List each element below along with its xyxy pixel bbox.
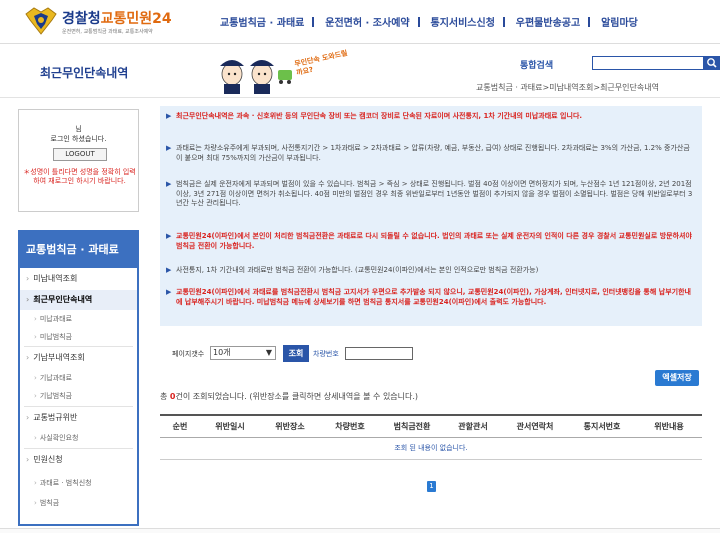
column-header: 관할관서	[444, 415, 502, 438]
topnav-returned-mail[interactable]: 우편물반송공고	[516, 18, 580, 29]
table-row: 조회 된 내용이 없습니다.	[160, 437, 702, 460]
logout-button[interactable]: LOGOUT	[53, 148, 107, 161]
table-header-row: 순번 위반일시 위반장소 차량번호 범칙금전환 관할관서 관서연락처 통지서번호…	[160, 415, 702, 438]
column-header: 차량번호	[320, 415, 380, 438]
topnav-notify[interactable]: 통지서비스신청	[431, 18, 495, 29]
notice-item: ▶ 사전통지, 1차 기간내의 과태료만 범칙금 전환이 가능합니다. (교통민…	[166, 266, 696, 276]
notice-item: ▶ 교통민원24(이파인)에서 과태료를 범칙금전환시 범칙금 고지서가 우편으…	[166, 288, 696, 307]
brand-name: 경찰청교통민원24	[62, 8, 172, 28]
sidebar-item-violation[interactable]: 교통법규위반	[20, 407, 137, 429]
brand-name-police: 경찰청	[62, 11, 101, 27]
login-message: 로그인 하셨습니다.	[50, 135, 107, 143]
footer-divider	[0, 528, 720, 533]
sidebar-item-fact-check[interactable]: 사실확인요청	[20, 429, 137, 447]
result-prefix: 총	[160, 392, 170, 401]
search-button[interactable]	[704, 56, 720, 70]
login-warning: ＊성명이 틀리다면 성명을 정확히 입력하여 재로그인 하시기 바랍니다.	[23, 168, 136, 185]
site-logo[interactable]: 경찰청교통민원24 운전면허, 교통범칙금 과태료, 교통조사예약	[24, 6, 184, 36]
sidebar-item-penalty-request[interactable]: 범칙금	[20, 494, 137, 512]
arrow-right-icon: ▶	[166, 144, 172, 152]
brand-subtitle: 운전면허, 교통범칙금 과태료, 교통조사예약	[62, 29, 153, 35]
arrow-right-icon: ▶	[166, 180, 172, 188]
notice-box: ▶ 최근무인단속내역은 과속 · 신호위반 등의 무인단속 장비 또는 캠코더 …	[160, 106, 702, 326]
notice-item: ▶ 교통민원24(이파인)에서 본인이 처리한 범칙금전환은 과태료로 다시 되…	[166, 232, 696, 251]
arrow-right-icon: ▶	[166, 112, 172, 120]
result-summary: 총 0건이 조회되었습니다. (위반장소를 클릭하면 상세내역을 볼 수 있습니…	[160, 391, 418, 402]
breadcrumb: 교통범칙금 · 과태료>미납내역조회>최근무인단속내역	[476, 83, 659, 92]
topnav-separator	[312, 17, 315, 27]
notice-text: 사전통지, 1차 기간내의 과태료만 범칙금 전환이 가능합니다. (교통민원2…	[176, 266, 539, 274]
per-page-value: 10개	[213, 348, 231, 357]
pagination-current-page[interactable]: 1	[427, 481, 436, 492]
arrow-right-icon: ▶	[166, 288, 172, 296]
arrow-right-icon: ▶	[166, 266, 172, 274]
empty-message: 조회 된 내용이 없습니다.	[160, 437, 702, 460]
sidebar-heading: 교통범칙금 · 과태료	[20, 232, 137, 268]
result-suffix: 건이 조회되었습니다. (위반장소를 클릭하면 상세내역을 볼 수 있습니다.)	[175, 392, 419, 401]
topnav-separator	[588, 17, 591, 27]
chevron-down-icon: ▼	[265, 348, 272, 357]
column-header: 위반내용	[636, 415, 702, 438]
car-number-label: 차량번호	[313, 350, 339, 358]
page-title: 최근무인단속내역	[40, 66, 129, 80]
notice-item: ▶ 과태료는 차량소유주에게 부과되며, 사전통지기간 > 1차과태료 > 2차…	[166, 144, 696, 163]
topnav-separator	[417, 17, 420, 27]
sidebar-item-request[interactable]: 민원신청	[20, 449, 137, 471]
notice-item: ▶ 최근무인단속내역은 과속 · 신호위반 등의 무인단속 장비 또는 캠코더 …	[166, 112, 696, 122]
column-header: 범칙금전환	[380, 415, 444, 438]
sidebar-item-paid[interactable]: 기납부내역조회	[20, 347, 137, 369]
notice-text: 최근무인단속내역은 과속 · 신호위반 등의 무인단속 장비 또는 캠코더 장비…	[176, 112, 583, 120]
arrow-right-icon: ▶	[166, 232, 172, 240]
topnav-fines[interactable]: 교통범칙금 · 과태료	[220, 18, 304, 29]
notice-text: 교통민원24(이파인)에서 본인이 처리한 범칙금전환은 과태료로 다시 되돌릴…	[176, 232, 692, 250]
sidebar-item-unpaid[interactable]: 미납내역조회	[20, 268, 137, 290]
page-header: 최근무인단속내역 무인단속 도와드릴까요? 통합검색 교통범칙금 · 과태료>미…	[0, 44, 720, 98]
sidebar-item-unpaid-penalty[interactable]: 미납범칙금	[20, 328, 137, 346]
sidebar-menu: 교통범칙금 · 과태료 미납내역조회 최근무인단속내역 미납과태료 미납범칙금 …	[18, 230, 139, 526]
column-header: 통지서번호	[568, 415, 636, 438]
sidebar-item-unpaid-fine[interactable]: 미납과태료	[20, 310, 137, 328]
query-button[interactable]: 조회	[283, 345, 309, 362]
column-header: 위반일시	[200, 415, 260, 438]
topnav-notice[interactable]: 알림마당	[601, 18, 638, 29]
notice-text: 범칙금은 실제 운전자에게 부과되며 벌점이 있을 수 있습니다. 범칙금 > …	[176, 180, 693, 207]
column-header: 위반장소	[260, 415, 320, 438]
notice-text: 교통민원24(이파인)에서 과태료를 범칙금전환시 범칙금 고지서가 우편으로 …	[176, 288, 691, 306]
login-user-name: 님	[75, 125, 82, 133]
car-number-input[interactable]	[345, 347, 413, 360]
sidebar-item-recent-enforcement[interactable]: 최근무인단속내역	[20, 290, 137, 310]
notice-item: ▶ 범칙금은 실제 운전자에게 부과되며 벌점이 있을 수 있습니다. 범칙금 …	[166, 180, 696, 209]
topnav-separator	[502, 17, 505, 27]
per-page-select[interactable]: 10개 ▼	[210, 346, 276, 360]
search-label: 통합검색	[520, 61, 554, 71]
topnav-license[interactable]: 운전면허 · 조사예약	[325, 18, 409, 29]
police-emblem-icon	[25, 7, 57, 35]
brand-name-service: 교통민원24	[100, 11, 172, 27]
result-table: 순번 위반일시 위반장소 차량번호 범칙금전환 관할관서 관서연락처 통지서번호…	[160, 414, 702, 460]
top-bar: 경찰청교통민원24 운전면허, 교통범칙금 과태료, 교통조사예약 교통범칙금 …	[0, 0, 720, 44]
column-header: 관서연락처	[502, 415, 568, 438]
column-header: 순번	[160, 415, 200, 438]
sidebar-item-paid-fine[interactable]: 기납과태료	[20, 369, 137, 387]
sidebar-item-fine-request[interactable]: 과태료 · 범칙신청	[20, 474, 137, 492]
top-nav: 교통범칙금 · 과태료 운전면허 · 조사예약 통지서비스신청 우편물반송공고 …	[220, 14, 644, 29]
search-icon	[707, 58, 717, 68]
excel-save-button[interactable]: 엑셀저장	[655, 370, 699, 386]
notice-text: 과태료는 차량소유주에게 부과되며, 사전통지기간 > 1차과태료 > 2차과태…	[176, 144, 690, 162]
search-input[interactable]	[592, 56, 704, 70]
per-page-label: 페이지갯수	[172, 350, 205, 358]
login-box: 님 로그인 하셨습니다. LOGOUT ＊성명이 틀리다면 성명을 정확히 입력…	[18, 109, 139, 212]
sidebar-item-paid-penalty[interactable]: 기납범칙금	[20, 387, 137, 405]
